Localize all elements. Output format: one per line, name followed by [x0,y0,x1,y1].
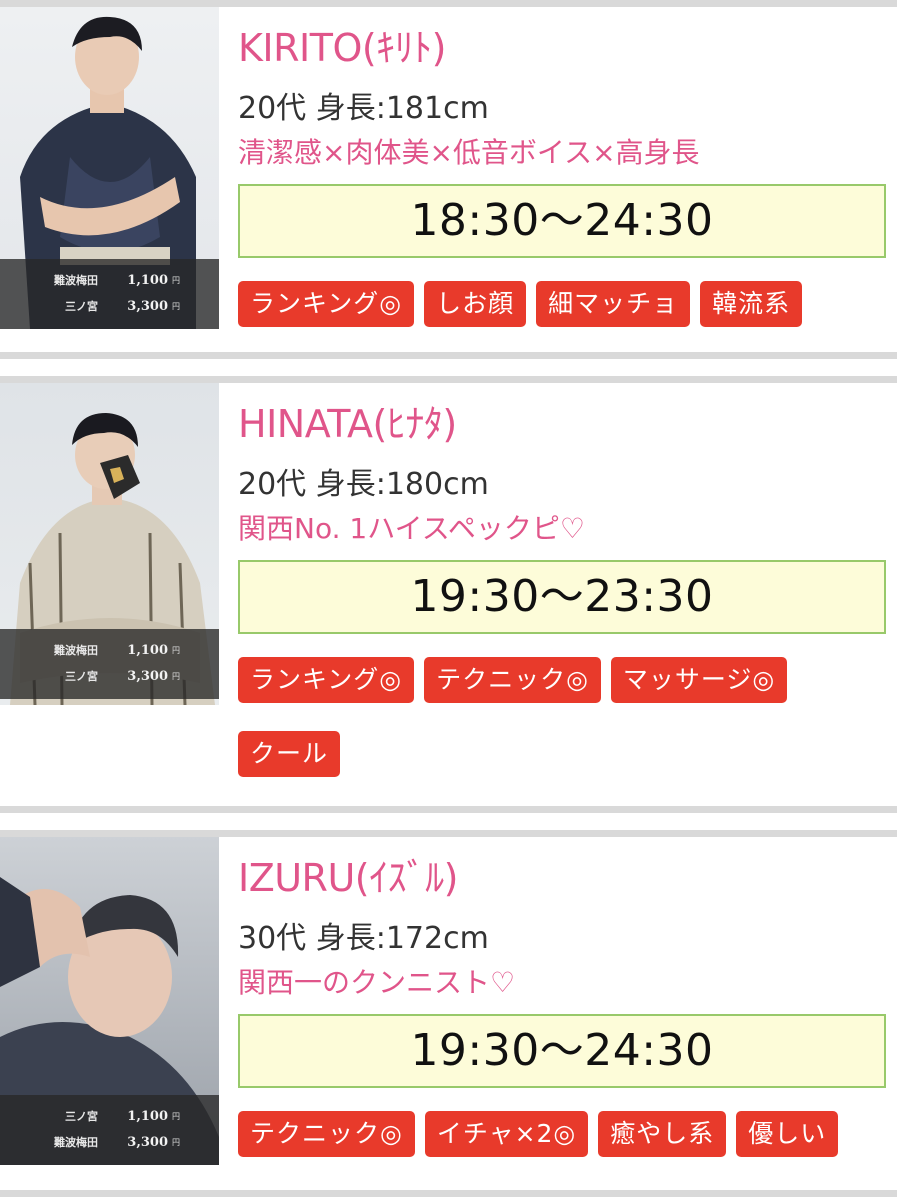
tag-badge[interactable]: 韓流系 [700,281,803,327]
price-area: 難波梅田 [54,274,98,287]
price-row: 三ノ宮 3,300 円 [0,293,219,319]
price-area: 難波梅田 [54,644,98,657]
cast-photo[interactable]: 難波梅田 1,100 円 三ノ宮 3,300 円 [0,7,219,329]
cast-name[interactable]: IZURU(ｲｽﾞﾙ) [238,855,886,901]
cast-card[interactable]: 三ノ宮 1,100 円 難波梅田 3,300 円 IZURU(ｲｽﾞﾙ) 30代… [0,837,897,1190]
price-amount: 1,100 [127,272,168,288]
tag-list: テクニック◎ イチャ×2◎ 癒やし系 優しい [238,1111,886,1185]
price-row: 難波梅田 1,100 円 [0,267,219,293]
price-row: 三ノ宮 3,300 円 [0,663,219,689]
price-amount: 1,100 [127,1108,168,1124]
cast-catchphrase: 関西一のクンニスト♡ [238,966,516,999]
cast-meta: 20代 身長:181cm [238,91,489,126]
tag-badge[interactable]: 癒やし系 [598,1111,727,1157]
card-divider [0,1190,897,1197]
price-amount: 3,300 [127,298,168,314]
card-divider [0,830,897,837]
price-area: 三ノ宮 [65,670,98,683]
price-box: 難波梅田 1,100 円 三ノ宮 3,300 円 [0,629,219,699]
tag-list: ランキング◎ テクニック◎ マッサージ◎ クール [238,657,886,805]
tag-badge[interactable]: 優しい [736,1111,839,1157]
price-unit: 円 [172,671,180,681]
cast-photo[interactable]: 難波梅田 1,100 円 三ノ宮 3,300 円 [0,383,219,705]
price-unit: 円 [172,301,180,311]
price-unit: 円 [172,1137,180,1147]
shift-time: 19:30〜23:30 [238,560,886,634]
cast-catchphrase: 清潔感×肉体美×低音ボイス×高身長 [238,136,700,169]
card-divider [0,376,897,383]
cast-catchphrase: 関西No. 1ハイスペックピ♡ [238,512,585,545]
tag-badge[interactable]: ランキング◎ [238,657,415,703]
cast-card[interactable]: 難波梅田 1,100 円 三ノ宮 3,300 円 HINATA(ﾋﾅﾀ) 20代… [0,383,897,806]
tag-badge[interactable]: 細マッチョ [536,281,691,327]
price-box: 三ノ宮 1,100 円 難波梅田 3,300 円 [0,1095,219,1165]
tag-badge[interactable]: クール [238,731,341,777]
cast-name[interactable]: KIRITO(ｷﾘﾄ) [238,25,886,71]
cast-photo[interactable]: 三ノ宮 1,100 円 難波梅田 3,300 円 [0,837,219,1165]
cast-meta: 30代 身長:172cm [238,921,489,956]
tag-badge[interactable]: マッサージ◎ [610,657,788,703]
price-unit: 円 [172,275,180,285]
card-divider [0,806,897,813]
cast-info: KIRITO(ｷﾘﾄ) 20代 身長:181cm 清潔感×肉体美×低音ボイス×高… [238,25,886,355]
tag-badge[interactable]: イチャ×2◎ [424,1111,589,1157]
price-unit: 円 [172,645,180,655]
price-amount: 3,300 [127,668,168,684]
tag-badge[interactable]: テクニック◎ [424,657,601,703]
price-area: 三ノ宮 [65,1110,98,1123]
cast-info: HINATA(ﾋﾅﾀ) 20代 身長:180cm 関西No. 1ハイスペックピ♡… [238,401,886,805]
price-box: 難波梅田 1,100 円 三ノ宮 3,300 円 [0,259,219,329]
card-divider [0,0,897,7]
tag-badge[interactable]: しお顔 [424,281,527,327]
cast-name[interactable]: HINATA(ﾋﾅﾀ) [238,401,886,447]
price-amount: 1,100 [127,642,168,658]
cast-info: IZURU(ｲｽﾞﾙ) 30代 身長:172cm 関西一のクンニスト♡ 19:3… [238,855,886,1185]
cast-card[interactable]: 難波梅田 1,100 円 三ノ宮 3,300 円 KIRITO(ｷﾘﾄ) 20代… [0,7,897,352]
cast-meta: 20代 身長:180cm [238,467,489,502]
tag-badge[interactable]: テクニック◎ [238,1111,415,1157]
price-row: 難波梅田 1,100 円 [0,637,219,663]
price-area: 難波梅田 [54,1136,98,1149]
shift-time: 18:30〜24:30 [238,184,886,258]
tag-list: ランキング◎ しお顔 細マッチョ 韓流系 [238,281,886,355]
price-area: 三ノ宮 [65,300,98,313]
price-row: 難波梅田 3,300 円 [0,1129,219,1155]
price-unit: 円 [172,1111,180,1121]
tag-badge[interactable]: ランキング◎ [238,281,415,327]
price-row: 三ノ宮 1,100 円 [0,1103,219,1129]
shift-time: 19:30〜24:30 [238,1014,886,1088]
price-amount: 3,300 [127,1134,168,1150]
